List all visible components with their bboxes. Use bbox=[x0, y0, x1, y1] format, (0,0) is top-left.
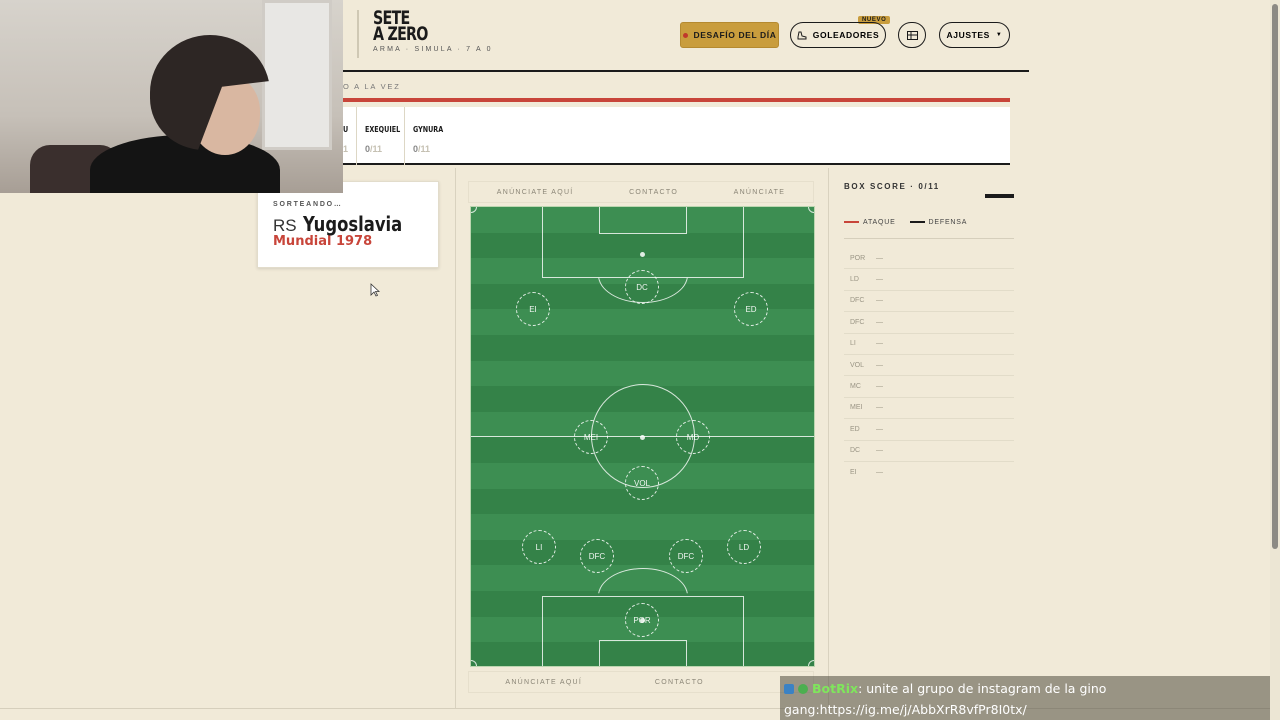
box-score-list: POR — LD — DFC — DFC — LI — VOL — MC — MEI — ED —… bbox=[844, 248, 1014, 483]
webcam-window bbox=[262, 0, 332, 150]
chat-line: BotRix: unite al grupo de instagram de l… bbox=[784, 678, 1266, 699]
corner-arc bbox=[808, 660, 814, 666]
legend-attack: ATAQUE bbox=[844, 219, 896, 226]
goal-area-top bbox=[599, 207, 687, 234]
legend-defense: DEFENSA bbox=[909, 219, 968, 226]
slot-li[interactable]: LI bbox=[522, 530, 556, 564]
box-score-row: DFC — bbox=[844, 312, 1014, 334]
bot-badge-icon bbox=[784, 684, 794, 694]
daily-challenge-label: DESAFÍO DEL DÍA bbox=[693, 30, 777, 40]
player-name: GYNURA bbox=[413, 125, 444, 134]
slot-dc[interactable]: DC bbox=[625, 270, 659, 304]
contact-link[interactable]: CONTACTO bbox=[629, 189, 678, 196]
country-code: RS bbox=[273, 216, 297, 235]
box-score-row: VOL — bbox=[844, 355, 1014, 377]
app-logo[interactable]: SETE A ZERO ARMA · SIMULA · 7 A 0 bbox=[357, 9, 493, 58]
slot-ei[interactable]: EI bbox=[516, 292, 550, 326]
contact-link[interactable]: CONTACTO bbox=[655, 679, 704, 686]
player-column[interactable]: GYNURA 0/11 bbox=[404, 107, 451, 165]
draw-team: RS Yugoslavia bbox=[273, 212, 438, 236]
box-score-row: MC — bbox=[844, 376, 1014, 398]
slot-ld[interactable]: LD bbox=[727, 530, 761, 564]
verified-badge-icon bbox=[797, 684, 808, 694]
center-spot bbox=[640, 435, 645, 440]
ad-link[interactable]: ANÚNCIATE AQUÍ bbox=[505, 679, 582, 686]
draw-label: SORTEANDO… bbox=[273, 201, 343, 208]
football-pitch: DC EI ED MEI MD VOL LI DFC DFC LD POR bbox=[470, 206, 815, 667]
page-scrollbar[interactable] bbox=[1270, 0, 1280, 720]
players-strip: U 1 EXEQUIEL 0/11 GYNURA 0/11 bbox=[343, 107, 1010, 165]
chat-message-cont: gang:https://ig.me/j/AbbXrR8vfPr8I0tx/ bbox=[784, 702, 1027, 717]
ad-bar-top: ANÚNCIATE AQUÍ CONTACTO ANÚNCIATE bbox=[468, 181, 814, 203]
tournament-name: Mundial 1978 bbox=[273, 234, 373, 249]
corner-arc bbox=[808, 207, 814, 213]
box-score-divider bbox=[844, 238, 1014, 239]
player-score: 0/11 bbox=[413, 144, 431, 154]
box-score-title: BOX SCORE · 0/11 bbox=[844, 182, 940, 191]
slot-dfc[interactable]: DFC bbox=[669, 539, 703, 573]
box-score-row: POR — bbox=[844, 248, 1014, 270]
ad-link[interactable]: ANÚNCIATE bbox=[734, 189, 786, 196]
webcam-overlay bbox=[0, 0, 343, 193]
slot-mei[interactable]: MEI bbox=[574, 420, 608, 454]
corner-arc bbox=[471, 207, 477, 213]
chat-message: : unite al grupo de instagram de la gino bbox=[858, 681, 1107, 696]
player-column[interactable]: EXEQUIEL 0/11 bbox=[356, 107, 409, 165]
box-score-row: MEI — bbox=[844, 398, 1014, 420]
mode-subtitle: O A LA VEZ bbox=[343, 82, 401, 91]
box-score-row: DC — bbox=[844, 441, 1014, 462]
team-name: Yugoslavia bbox=[302, 212, 402, 236]
slot-por[interactable]: POR bbox=[625, 603, 659, 637]
player-name: U bbox=[343, 125, 349, 134]
caret-down-icon: ▼ bbox=[995, 32, 1003, 38]
scorers-button[interactable]: GOLEADORES bbox=[790, 22, 886, 48]
stats-button[interactable] bbox=[898, 22, 926, 48]
box-score-row: LD — bbox=[844, 269, 1014, 291]
box-score-row: EI — bbox=[850, 469, 883, 477]
player-score: 0/11 bbox=[365, 144, 383, 154]
scorers-label: GOLEADORES bbox=[812, 30, 880, 40]
box-score-legend: ATAQUE DEFENSA bbox=[844, 219, 967, 226]
settings-button[interactable]: AJUSTES ▼ bbox=[939, 22, 1010, 48]
slot-dfc[interactable]: DFC bbox=[580, 539, 614, 573]
mouse-cursor-icon bbox=[370, 283, 380, 297]
box-score-progress bbox=[985, 194, 1014, 198]
boot-icon bbox=[797, 31, 807, 40]
ad-bar-bottom: ANÚNCIATE AQUÍ CONTACTO bbox=[468, 671, 814, 693]
player-score: 1 bbox=[343, 144, 349, 154]
chat-username: BotRix bbox=[811, 681, 859, 696]
penalty-spot-top bbox=[640, 252, 645, 257]
player-name: EXEQUIEL bbox=[365, 125, 401, 134]
chat-overlay: BotRix: unite al grupo de instagram de l… bbox=[780, 676, 1270, 720]
scrollbar-thumb[interactable] bbox=[1272, 4, 1278, 549]
header-divider bbox=[343, 70, 1029, 72]
chat-badges bbox=[784, 678, 808, 699]
accent-divider bbox=[343, 98, 1010, 102]
box-score-row: LI — bbox=[844, 334, 1014, 355]
goal-area-bottom bbox=[599, 640, 687, 666]
settings-label: AJUSTES bbox=[946, 30, 990, 40]
logo-tagline: ARMA · SIMULA · 7 A 0 bbox=[373, 46, 493, 53]
table-icon bbox=[906, 30, 918, 40]
draw-card: SORTEANDO… RS Yugoslavia Mundial 1978 bbox=[257, 181, 439, 268]
live-dot-icon bbox=[682, 32, 688, 38]
slot-ed[interactable]: ED bbox=[734, 292, 768, 326]
ad-link[interactable]: ANÚNCIATE AQUÍ bbox=[497, 189, 574, 196]
box-score-row: DFC — bbox=[844, 291, 1014, 313]
logo-title-line2: A ZERO bbox=[373, 23, 428, 45]
box-score-row: ED — bbox=[844, 419, 1014, 441]
slot-vol[interactable]: VOL bbox=[625, 466, 659, 500]
slot-md[interactable]: MD bbox=[676, 420, 710, 454]
logo-title: SETE A ZERO bbox=[373, 9, 463, 45]
daily-challenge-button[interactable]: DESAFÍO DEL DÍA bbox=[680, 22, 779, 48]
